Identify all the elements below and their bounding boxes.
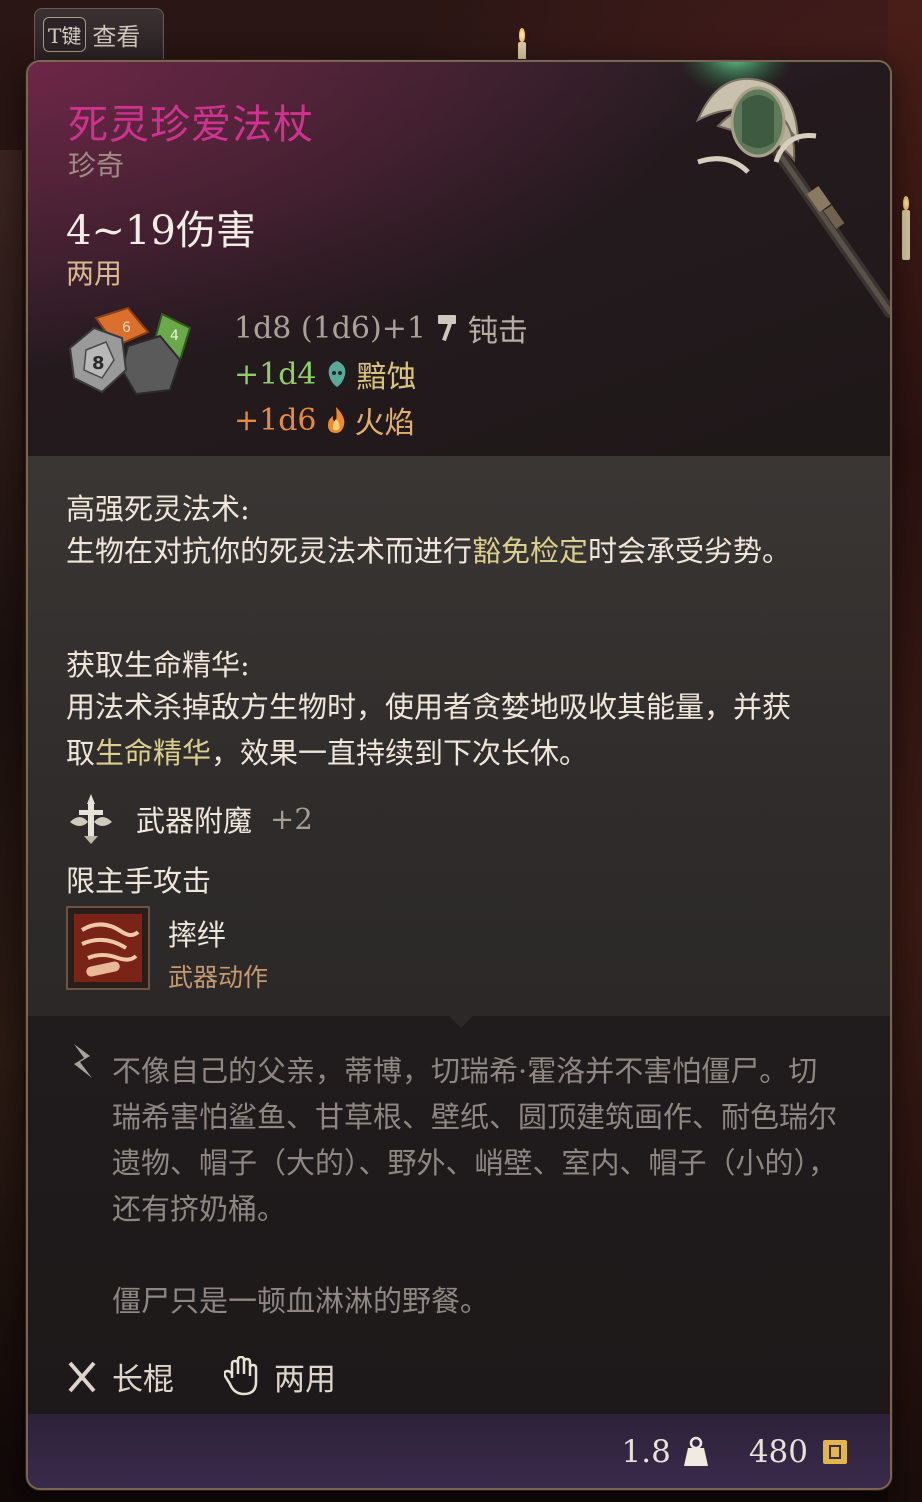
svg-text:4: 4 <box>170 328 179 344</box>
restriction-text: 限主手攻击 <box>66 864 212 898</box>
property-label: 两用 <box>274 1362 336 1398</box>
weapon-enchantment: 武器附魔 +2 <box>64 792 313 846</box>
weapon-action-name: 摔绊 <box>168 918 227 952</box>
damage-dice: +1d4 <box>234 356 317 392</box>
item-name: 死灵珍爱法杖 <box>68 102 314 148</box>
hotkey-key: T键 <box>43 17 87 52</box>
weight-value: 1.8 <box>621 1434 671 1470</box>
damage-line-bludgeoning: 1d8 (1d6)+1 钝击 <box>234 306 528 350</box>
item-rarity: 珍奇 <box>68 149 125 182</box>
lore-paragraph: 不像自己的父亲，蒂博，切瑞希·霍洛并不害怕僵尸。切瑞希害怕鲨鱼、甘草根、壁纸、圆… <box>112 1054 838 1226</box>
hotkey-label: 查看 <box>92 23 141 51</box>
svg-text:6: 6 <box>122 320 131 336</box>
passive-title: 获取生命精华: <box>66 648 250 682</box>
keyword-highlight[interactable]: 豁免检定 <box>472 534 588 568</box>
damage-dice: +1d6 <box>234 402 317 438</box>
enchantment-icon <box>70 794 112 844</box>
damage-range: 4~19伤害 <box>66 208 256 254</box>
hand-icon <box>224 1355 258 1395</box>
damage-line-necrotic: +1d4 黯蚀 <box>234 352 417 396</box>
passive-title: 高强死灵法术: <box>66 492 250 526</box>
staff-item-image <box>677 62 890 318</box>
enchantment-label: 武器附魔 <box>136 804 253 838</box>
svg-text:8: 8 <box>92 353 105 374</box>
necrotic-skull-icon <box>328 361 345 387</box>
trip-attack-icon <box>74 914 142 982</box>
damage-type: 火焰 <box>354 406 415 441</box>
candle-decoration <box>902 196 910 260</box>
gold-value: 480 <box>748 1434 808 1470</box>
weight-icon <box>683 1436 708 1466</box>
damage-type: 黯蚀 <box>356 360 417 395</box>
weapon-action-type: 武器动作 <box>168 963 269 992</box>
passive-description: 生物在对抗你的死灵法术而进行豁免检定时会承受劣势。 <box>66 534 792 568</box>
lore-paragraph: 僵尸只是一顿血淋淋的野餐。 <box>112 1284 490 1318</box>
damage-type: 钝击 <box>467 314 528 349</box>
section-divider-notch <box>449 1016 473 1028</box>
dice-icon: 6 4 8 <box>68 306 192 396</box>
property-label: 长棍 <box>112 1362 174 1398</box>
weapon-action-icon[interactable] <box>66 906 150 990</box>
enchantment-value: +2 <box>270 802 313 836</box>
item-tooltip: 死灵珍爱法杖 珍奇 4~19伤害 两用 6 4 8 1d8 (1d6)+1 钝击… <box>26 60 892 1490</box>
damage-dice: 1d8 (1d6)+1 <box>234 310 426 346</box>
lore-text: 不像自己的父亲，蒂博，切瑞希·霍洛并不害怕僵尸。切瑞希害怕鲨鱼、甘草根、壁纸、圆… <box>112 1048 842 1324</box>
quill-icon <box>74 1044 92 1078</box>
damage-line-fire: +1d6 火焰 <box>234 398 415 442</box>
quarterstaff-icon <box>68 1361 96 1392</box>
weapon-properties: 长棍 两用 <box>66 1354 336 1399</box>
background-left-edge <box>0 150 22 1450</box>
handedness-label: 两用 <box>66 257 123 290</box>
hammer-icon <box>437 315 456 342</box>
inspect-hotkey-tab[interactable]: T键 查看 <box>34 8 164 60</box>
flame-icon <box>327 407 344 433</box>
passive-description: 用法术杀掉敌方生物时，使用者贪婪地吸收其能量，并获取生命精华，效果一直持续到下次… <box>66 690 792 770</box>
gold-coin-icon <box>823 1440 847 1464</box>
item-weight-value: 1.8 480 <box>622 1434 850 1470</box>
keyword-highlight[interactable]: 生命精华 <box>95 736 211 770</box>
